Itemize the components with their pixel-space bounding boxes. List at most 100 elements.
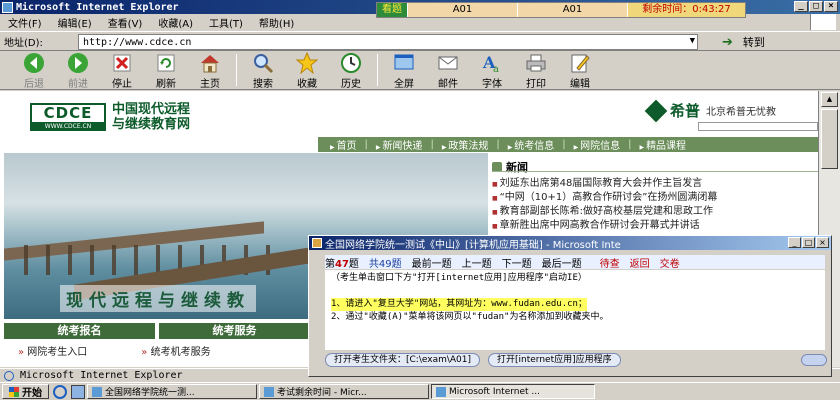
scroll-thumb[interactable] (821, 109, 838, 169)
quicklaunch-desktop-icon[interactable] (71, 384, 85, 399)
task-app-icon (264, 386, 274, 397)
maximize-button[interactable]: □ (809, 1, 823, 12)
dialog-titlebar: 全国网络学院统一测试《中山》[计算机应用基础] - Microsoft Inte (309, 236, 831, 250)
exam-dialog: 全国网络学院统一测试《中山》[计算机应用基础] - Microsoft Inte… (308, 235, 832, 377)
question-nav: 第47题 共49题 最前一题 上一题 下一题 最后一题 待查 返回 交卷 (325, 255, 825, 270)
address-label: 地址(D): (4, 37, 43, 49)
stop-icon (110, 52, 134, 74)
forward-button[interactable]: 前进 (58, 52, 98, 90)
address-bar: 地址(D): http://www.cdce.cn ▼ ➔ 转到 (0, 31, 840, 51)
partner-search-box[interactable] (698, 122, 818, 131)
favorites-button[interactable]: 收藏 (287, 52, 327, 90)
menu-help[interactable]: 帮助(H) (259, 15, 294, 30)
menu-tools[interactable]: 工具(T) (209, 15, 243, 30)
nav-news[interactable]: 新闻快递 (376, 137, 422, 152)
dialog-controls: _ □ × (788, 237, 829, 248)
tab-exam-registration[interactable]: 统考报名 (4, 323, 155, 339)
menu-edit[interactable]: 编辑(E) (58, 15, 92, 30)
question-number: 第47题 (325, 258, 359, 270)
news-item[interactable]: 教育部副部长陈希:做好高校基层党建和思政工作 (492, 205, 818, 219)
menu-favorites[interactable]: 收藏(A) (158, 15, 193, 30)
site-name: 中国现代远程 与继续教育网 (112, 102, 191, 132)
fullscreen-button[interactable]: 全屏 (384, 52, 424, 90)
remaining-time: 剩余时间：0:43:27 (627, 3, 745, 17)
nav-policy[interactable]: 政策法规 (442, 137, 488, 152)
exam-status-strip: 看题 A01 A01 剩余时间：0:43:27 (376, 2, 746, 18)
menu-file[interactable]: 文件(F) (8, 15, 42, 30)
news-heading: 新闻 (492, 159, 528, 175)
question-step-2: 2、通过"收藏(A)"菜单将该网页以"fudan"为名称添加到收藏夹中。 (331, 312, 609, 322)
first-question-button[interactable]: 最前一题 (412, 255, 452, 270)
stop-button[interactable]: 停止 (102, 52, 142, 90)
prev-question-button[interactable]: 上一题 (462, 255, 492, 270)
task-ie-window[interactable]: Microsoft Internet ... (431, 384, 595, 399)
back-button[interactable]: 后退 (14, 52, 54, 90)
refresh-button[interactable]: 刷新 (146, 52, 186, 90)
window-title: Microsoft Internet Explorer (16, 1, 179, 13)
quicklaunch-ie-icon[interactable] (53, 384, 67, 399)
mail-button[interactable]: 邮件 (428, 52, 468, 90)
news-item[interactable]: 章新胜出席中网高教合作研讨会开幕式并讲话 (492, 219, 818, 233)
task-app-icon (92, 386, 102, 397)
open-internet-app-button[interactable]: 打开[internet应用]应用程序 (488, 353, 621, 367)
address-dropdown-icon[interactable]: ▼ (690, 36, 695, 46)
scroll-up-icon[interactable]: ▲ (821, 92, 838, 107)
look-question-button[interactable]: 看题 (377, 3, 407, 17)
menu-view[interactable]: 查看(V) (108, 15, 143, 30)
partner-logo-icon (644, 99, 668, 122)
refresh-icon (154, 52, 178, 74)
forward-arrow-icon (66, 52, 90, 74)
return-button[interactable]: 返回 (630, 255, 650, 270)
search-button[interactable]: 搜索 (243, 52, 283, 90)
home-button[interactable]: 主页 (190, 52, 230, 90)
exam-links: 网院考生入口 统考机考服务 (18, 343, 318, 358)
home-icon (198, 52, 222, 74)
news-item[interactable]: 刘延东出席第48届国际教育大会并作主旨发言 (492, 177, 818, 191)
next-question-button[interactable]: 下一题 (502, 255, 532, 270)
mark-review-button[interactable]: 待查 (600, 255, 620, 270)
submit-exam-button[interactable]: 交卷 (660, 255, 680, 270)
dialog-minimize-button[interactable]: _ (788, 237, 801, 248)
address-input[interactable]: http://www.cdce.cn ▼ (78, 34, 698, 50)
print-button[interactable]: 打印 (516, 52, 556, 90)
link-machine-exam[interactable]: 统考机考服务 (141, 343, 211, 358)
hero-slogan: 现代远程与继续教 (60, 285, 256, 312)
tab-exam-service[interactable]: 统考服务 (159, 323, 310, 339)
task-app-icon (436, 386, 446, 397)
status-text: Microsoft Internet Explorer (20, 370, 183, 381)
close-button[interactable]: × (824, 1, 838, 12)
open-exam-folder-button[interactable]: 打开考生文件夹：[C:\exam\A01] (325, 353, 480, 367)
dialog-title: 全国网络学院统一测试《中山》[计算机应用基础] - Microsoft Inte (325, 239, 621, 251)
nav-school-info[interactable]: 网院信息 (574, 137, 620, 152)
history-icon (339, 52, 363, 74)
cdce-logo[interactable]: CDCE WWW.CDCE.CN (30, 103, 106, 131)
dialog-close-button[interactable]: × (816, 237, 829, 248)
go-label: 转到 (742, 36, 765, 49)
task-exam-window[interactable]: 全国网络学院统一测... (87, 384, 257, 399)
news-list: 刘延东出席第48届国际教育大会并作主旨发言 “中网（10+1）高教合作研讨会”在… (492, 177, 818, 233)
link-student-entry[interactable]: 网院考生入口 (18, 343, 87, 358)
news-item[interactable]: “中网（10+1）高教合作研讨会”在扬州圆满闭幕 (492, 191, 818, 205)
minimize-button[interactable]: _ (794, 1, 808, 12)
last-question-button[interactable]: 最后一题 (542, 255, 582, 270)
nav-exam-info[interactable]: 统考信息 (508, 137, 554, 152)
browser-toolbar: 后退 前进 停止 刷新 主页 搜索 收藏 历史 全屏 邮件 Aa 字体 打印 编… (0, 52, 840, 90)
start-button[interactable]: 开始 (2, 384, 49, 399)
nav-courses[interactable]: 精品课程 (640, 137, 686, 152)
history-button[interactable]: 历史 (331, 52, 371, 90)
partner-logo[interactable]: 希普 北京希普无忧教 (644, 99, 776, 122)
font-button[interactable]: Aa 字体 (472, 52, 512, 90)
font-icon: Aa (480, 52, 504, 74)
edit-button[interactable]: 编辑 (560, 52, 600, 90)
go-button[interactable]: ➔ 转到 (722, 34, 765, 50)
printer-icon (524, 52, 548, 74)
task-timer-window[interactable]: 考试剩余时间 - Micr... (259, 384, 429, 399)
address-url: http://www.cdce.cn (83, 36, 192, 48)
toolbar-separator (236, 54, 237, 86)
exam-field-2: A01 (517, 3, 627, 17)
dialog-maximize-button[interactable]: □ (802, 237, 815, 248)
nav-home[interactable]: 首页 (330, 137, 357, 152)
dialog-scroll-handle[interactable] (801, 354, 827, 366)
window-controls: _ □ × (794, 1, 838, 12)
star-icon (295, 52, 319, 74)
